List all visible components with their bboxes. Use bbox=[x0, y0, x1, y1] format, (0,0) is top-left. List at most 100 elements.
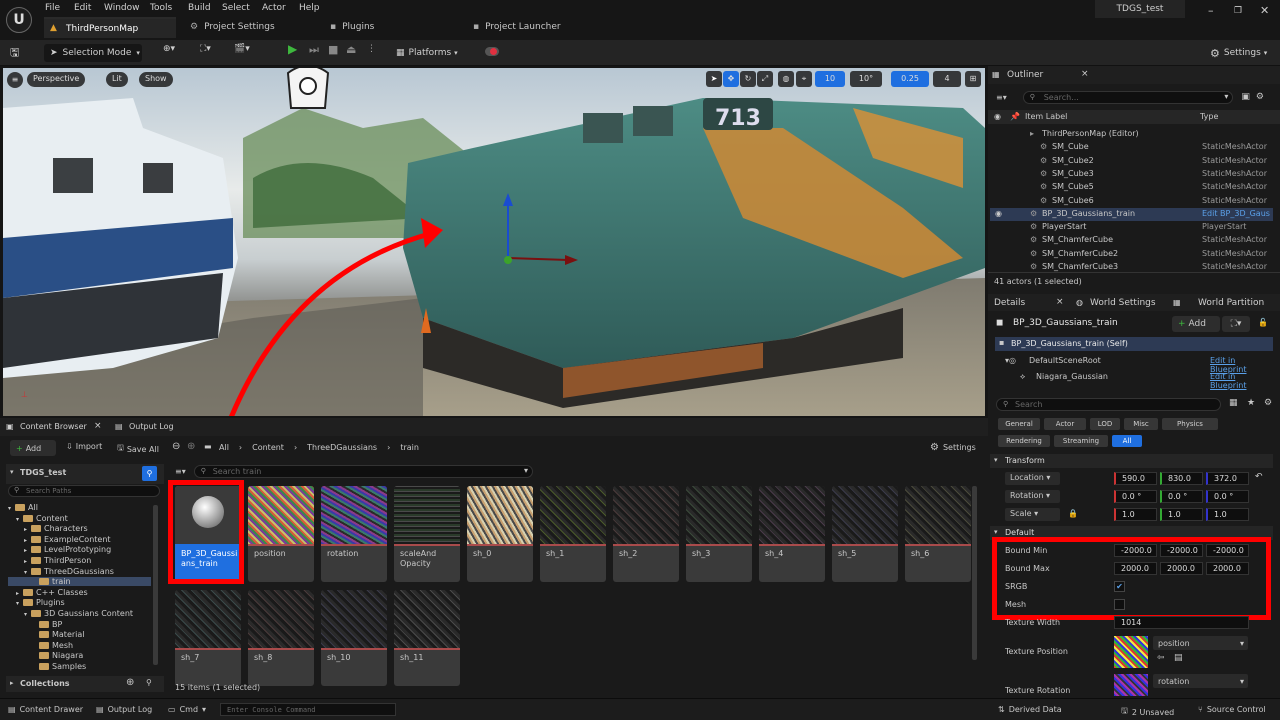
menu-actor[interactable]: Actor bbox=[262, 3, 286, 13]
asset-tile[interactable]: sh_1 bbox=[540, 486, 606, 582]
menu-build[interactable]: Build bbox=[188, 3, 211, 13]
rotation-x-field[interactable]: 0.0 ° bbox=[1114, 490, 1157, 503]
filter-all[interactable]: All bbox=[1112, 435, 1142, 447]
folder-tree-item[interactable]: ▸ C++ Classes bbox=[8, 588, 151, 597]
sources-header[interactable]: ▾ TDGS_test ⚲ bbox=[6, 464, 164, 484]
select-tool-icon[interactable]: ➤ bbox=[706, 71, 722, 87]
asset-search-input[interactable]: ⚲ Search train ▾ bbox=[193, 465, 533, 478]
filter-actor[interactable]: Actor bbox=[1044, 418, 1086, 430]
settings-icon[interactable]: ⚙ bbox=[1264, 398, 1272, 408]
outliner-row[interactable]: ⚙ SM_ChamferCube StaticMeshActor bbox=[990, 234, 1273, 247]
minimize-icon[interactable]: – bbox=[1208, 4, 1214, 17]
menu-file[interactable]: File bbox=[45, 3, 60, 13]
save-all-button[interactable]: 🖫 Save All bbox=[117, 442, 159, 456]
asset-tile[interactable]: sh_8 bbox=[248, 590, 314, 686]
close-icon[interactable]: × bbox=[94, 421, 102, 431]
scale-snap-button[interactable]: 0.25 bbox=[891, 71, 929, 87]
tab-project-launcher[interactable]: ▪ Project Launcher bbox=[473, 17, 603, 38]
folder-tree-item[interactable]: ▾ Content bbox=[8, 514, 151, 523]
asset-tile[interactable]: sh_3 bbox=[686, 486, 752, 582]
folder-tree-item[interactable]: Material bbox=[8, 630, 151, 639]
breadcrumb-train[interactable]: train bbox=[400, 443, 419, 452]
folder-tree-item[interactable]: BP bbox=[8, 620, 151, 629]
texture-rotation-dropdown[interactable]: rotation ▾ bbox=[1153, 674, 1248, 688]
tab-output-log[interactable]: Output Log bbox=[129, 422, 174, 431]
back-icon[interactable]: ⊖ bbox=[172, 441, 180, 452]
grid-view-icon[interactable]: ▦ bbox=[1229, 398, 1238, 408]
scale-x-field[interactable]: 1.0 bbox=[1114, 508, 1157, 521]
outliner-row[interactable]: ⚙ SM_Cube5 StaticMeshActor bbox=[990, 181, 1273, 194]
filter-misc[interactable]: Misc bbox=[1124, 418, 1158, 430]
filter-general[interactable]: General bbox=[998, 418, 1040, 430]
close-icon[interactable]: × bbox=[1056, 297, 1064, 307]
unsaved-button[interactable]: 🖫 2 Unsaved bbox=[1121, 705, 1174, 719]
details-search-input[interactable]: ⚲ Search bbox=[996, 398, 1221, 411]
save-icon[interactable]: 🖫 bbox=[10, 44, 26, 62]
search-icon[interactable]: ⚲ bbox=[142, 466, 157, 481]
lock-icon[interactable]: 🔒 bbox=[1068, 509, 1078, 518]
outliner-row[interactable]: ▸ ThirdPersonMap (Editor) bbox=[990, 128, 1273, 141]
location-x-field[interactable]: 590.0 bbox=[1114, 472, 1157, 485]
filter-streaming[interactable]: Streaming bbox=[1054, 435, 1108, 447]
source-control-button[interactable]: ⑂ Source Control bbox=[1198, 705, 1266, 714]
live-coding-toggle[interactable] bbox=[485, 47, 499, 56]
folder-tree-item[interactable]: Niagara bbox=[8, 651, 151, 660]
browse-icon[interactable]: ▤ bbox=[1174, 653, 1183, 663]
folder-tree-item[interactable]: ▾ ThreeDGaussians bbox=[8, 567, 151, 576]
collections-header[interactable]: ▸ Collections ⊕ ⚲ bbox=[6, 676, 164, 692]
reset-icon[interactable]: ↶ bbox=[1255, 472, 1263, 482]
texture-rotation-thumbnail[interactable] bbox=[1114, 674, 1148, 696]
outliner-row-type[interactable]: Edit BP_3D_Gaus bbox=[1202, 209, 1270, 218]
location-y-field[interactable]: 830.0 bbox=[1160, 472, 1203, 485]
perspective-button[interactable]: Perspective bbox=[27, 72, 86, 87]
asset-tile[interactable]: sh_0 bbox=[467, 486, 533, 582]
camera-speed-button[interactable]: 4 bbox=[933, 71, 961, 87]
edit-in-blueprint-link[interactable]: Edit in Blueprint bbox=[1210, 372, 1273, 390]
forward-icon[interactable]: ⊕ bbox=[187, 441, 195, 452]
outliner-tab[interactable]: ▦ Outliner × bbox=[988, 66, 1280, 84]
add-content-button[interactable]: + Add bbox=[10, 440, 56, 456]
component-row[interactable]: ▾◎ DefaultSceneRoot Edit in Blueprint bbox=[1005, 356, 1273, 374]
asset-tile[interactable]: sh_5 bbox=[832, 486, 898, 582]
folder-tree-item[interactable]: ▸ ExampleContent bbox=[8, 535, 151, 544]
grid-snap-button[interactable]: 10 bbox=[815, 71, 845, 87]
folder-icon[interactable]: ▬ bbox=[204, 442, 212, 451]
folder-tree-item[interactable]: ▾ 3D Gaussians Content bbox=[8, 609, 151, 618]
show-button[interactable]: Show bbox=[139, 72, 173, 87]
outliner-search-input[interactable]: ⚲ Search... ▾ bbox=[1022, 90, 1234, 104]
folder-tree-item[interactable]: ▸ Characters bbox=[8, 524, 151, 533]
tab-plugins[interactable]: ▪ Plugins bbox=[330, 17, 450, 38]
asset-tile[interactable]: sh_7 bbox=[175, 590, 241, 686]
translate-tool-icon[interactable]: ✥ bbox=[723, 71, 739, 87]
search-paths-input[interactable]: ⚲ Search Paths bbox=[8, 485, 160, 497]
folder-tree-item[interactable]: Samples bbox=[8, 662, 151, 671]
stop-icon[interactable]: ■ bbox=[328, 43, 342, 61]
scale-y-field[interactable]: 1.0 bbox=[1160, 508, 1203, 521]
back-arrow-icon[interactable]: ⇦ bbox=[1157, 653, 1165, 663]
folder-tree-item[interactable]: ▾ Plugins bbox=[8, 598, 151, 607]
selection-mode-dropdown[interactable]: ➤ Selection Mode ▾ bbox=[44, 44, 142, 62]
outliner-row[interactable]: ⚙ SM_Cube2 StaticMeshActor bbox=[990, 155, 1273, 168]
folder-tree-item[interactable]: ▸ LevelPrototyping bbox=[8, 545, 151, 554]
level-viewport[interactable]: ≡ Perspective Lit Show ➤ ✥ ↻ ⤢ ◍ ⌖ 10 10… bbox=[3, 68, 985, 416]
asset-tile[interactable]: sh_10 bbox=[321, 590, 387, 686]
tab-third-person-map[interactable]: ▲ ThirdPersonMap bbox=[44, 17, 176, 38]
filter-physics[interactable]: Physics bbox=[1162, 418, 1218, 430]
platforms-dropdown[interactable]: ▦ Platforms ▾ bbox=[396, 44, 466, 62]
lit-button[interactable]: Lit bbox=[106, 72, 128, 87]
filter-rendering[interactable]: Rendering bbox=[998, 435, 1050, 447]
folder-tree-item[interactable]: ▾ All bbox=[8, 503, 151, 512]
asset-tile[interactable]: sh_11 bbox=[394, 590, 460, 686]
restore-icon[interactable]: ❐ bbox=[1234, 6, 1242, 16]
rotation-snap-button[interactable]: 10° bbox=[850, 71, 882, 87]
sequencer-icon[interactable]: 🎬▾ bbox=[234, 44, 262, 62]
play-icon[interactable]: ▶ bbox=[288, 42, 302, 60]
outliner-row[interactable]: ⚙ SM_Cube6 StaticMeshActor bbox=[990, 195, 1273, 208]
menu-help[interactable]: Help bbox=[299, 3, 320, 13]
more-options-icon[interactable]: ⋮ bbox=[367, 44, 377, 62]
filter-lod[interactable]: LOD bbox=[1090, 418, 1120, 430]
asset-tile[interactable]: scaleAnd Opacity bbox=[394, 486, 460, 582]
unreal-logo-icon[interactable]: U bbox=[6, 7, 32, 33]
tab-project-settings[interactable]: ⚙ Project Settings bbox=[190, 17, 320, 38]
self-component-row[interactable]: ▪ BP_3D_Gaussians_train (Self) bbox=[995, 337, 1273, 351]
